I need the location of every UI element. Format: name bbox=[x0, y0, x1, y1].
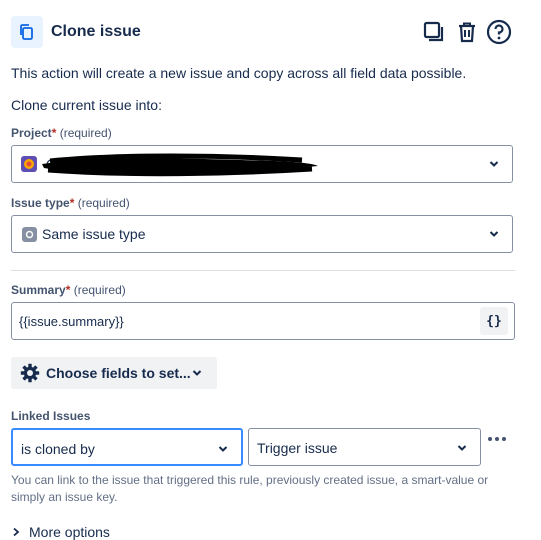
choose-fields-button[interactable]: Choose fields to set... bbox=[11, 357, 217, 389]
description: This action will create a new issue and … bbox=[11, 65, 467, 81]
page-title: Clone issue bbox=[51, 23, 141, 40]
chevron-down-icon bbox=[489, 161, 499, 167]
copy-icon[interactable] bbox=[421, 19, 447, 45]
summary-value: {{issue.summary}} bbox=[19, 314, 124, 329]
chevron-down-icon bbox=[218, 446, 228, 452]
header: Clone issue bbox=[11, 16, 531, 48]
project-select[interactable]: Quantum Portfolio Management bbox=[11, 145, 513, 183]
more-options-label: More options bbox=[29, 524, 110, 540]
project-avatar-icon bbox=[21, 156, 37, 172]
summary-label: Summary* (required) bbox=[11, 283, 126, 297]
project-label: Project* (required) bbox=[11, 126, 112, 140]
link-type-select[interactable]: is cloned by bbox=[11, 428, 243, 466]
divider bbox=[11, 270, 515, 271]
summary-input[interactable]: {{issue.summary}} {} bbox=[11, 302, 515, 340]
choose-fields-label: Choose fields to set... bbox=[46, 365, 191, 381]
chevron-down-icon bbox=[192, 370, 202, 376]
more-options-toggle[interactable]: More options bbox=[11, 524, 110, 540]
linked-issues-help: You can link to the issue that triggered… bbox=[11, 473, 489, 504]
linked-issues-label: Linked Issues bbox=[11, 409, 91, 423]
clone-icon bbox=[11, 16, 43, 48]
link-target-select[interactable]: Trigger issue bbox=[248, 428, 481, 466]
redaction-mark bbox=[42, 153, 318, 177]
issue-type-select[interactable]: Same issue type bbox=[11, 215, 513, 253]
gear-icon bbox=[20, 363, 40, 383]
issue-type-icon bbox=[22, 227, 37, 242]
chevron-down-icon bbox=[489, 231, 499, 237]
issue-type-label: Issue type* (required) bbox=[11, 196, 130, 210]
issue-type-value: Same issue type bbox=[42, 226, 146, 242]
trash-icon[interactable] bbox=[454, 19, 480, 45]
help-icon[interactable] bbox=[486, 19, 512, 45]
link-type-value: is cloned by bbox=[21, 441, 95, 457]
chevron-down-icon bbox=[457, 445, 467, 451]
smart-value-button[interactable]: {} bbox=[480, 307, 508, 335]
link-target-value: Trigger issue bbox=[257, 440, 338, 456]
clone-into-label: Clone current issue into: bbox=[11, 97, 162, 113]
chevron-right-icon bbox=[13, 527, 20, 537]
more-actions-icon[interactable] bbox=[488, 437, 506, 441]
